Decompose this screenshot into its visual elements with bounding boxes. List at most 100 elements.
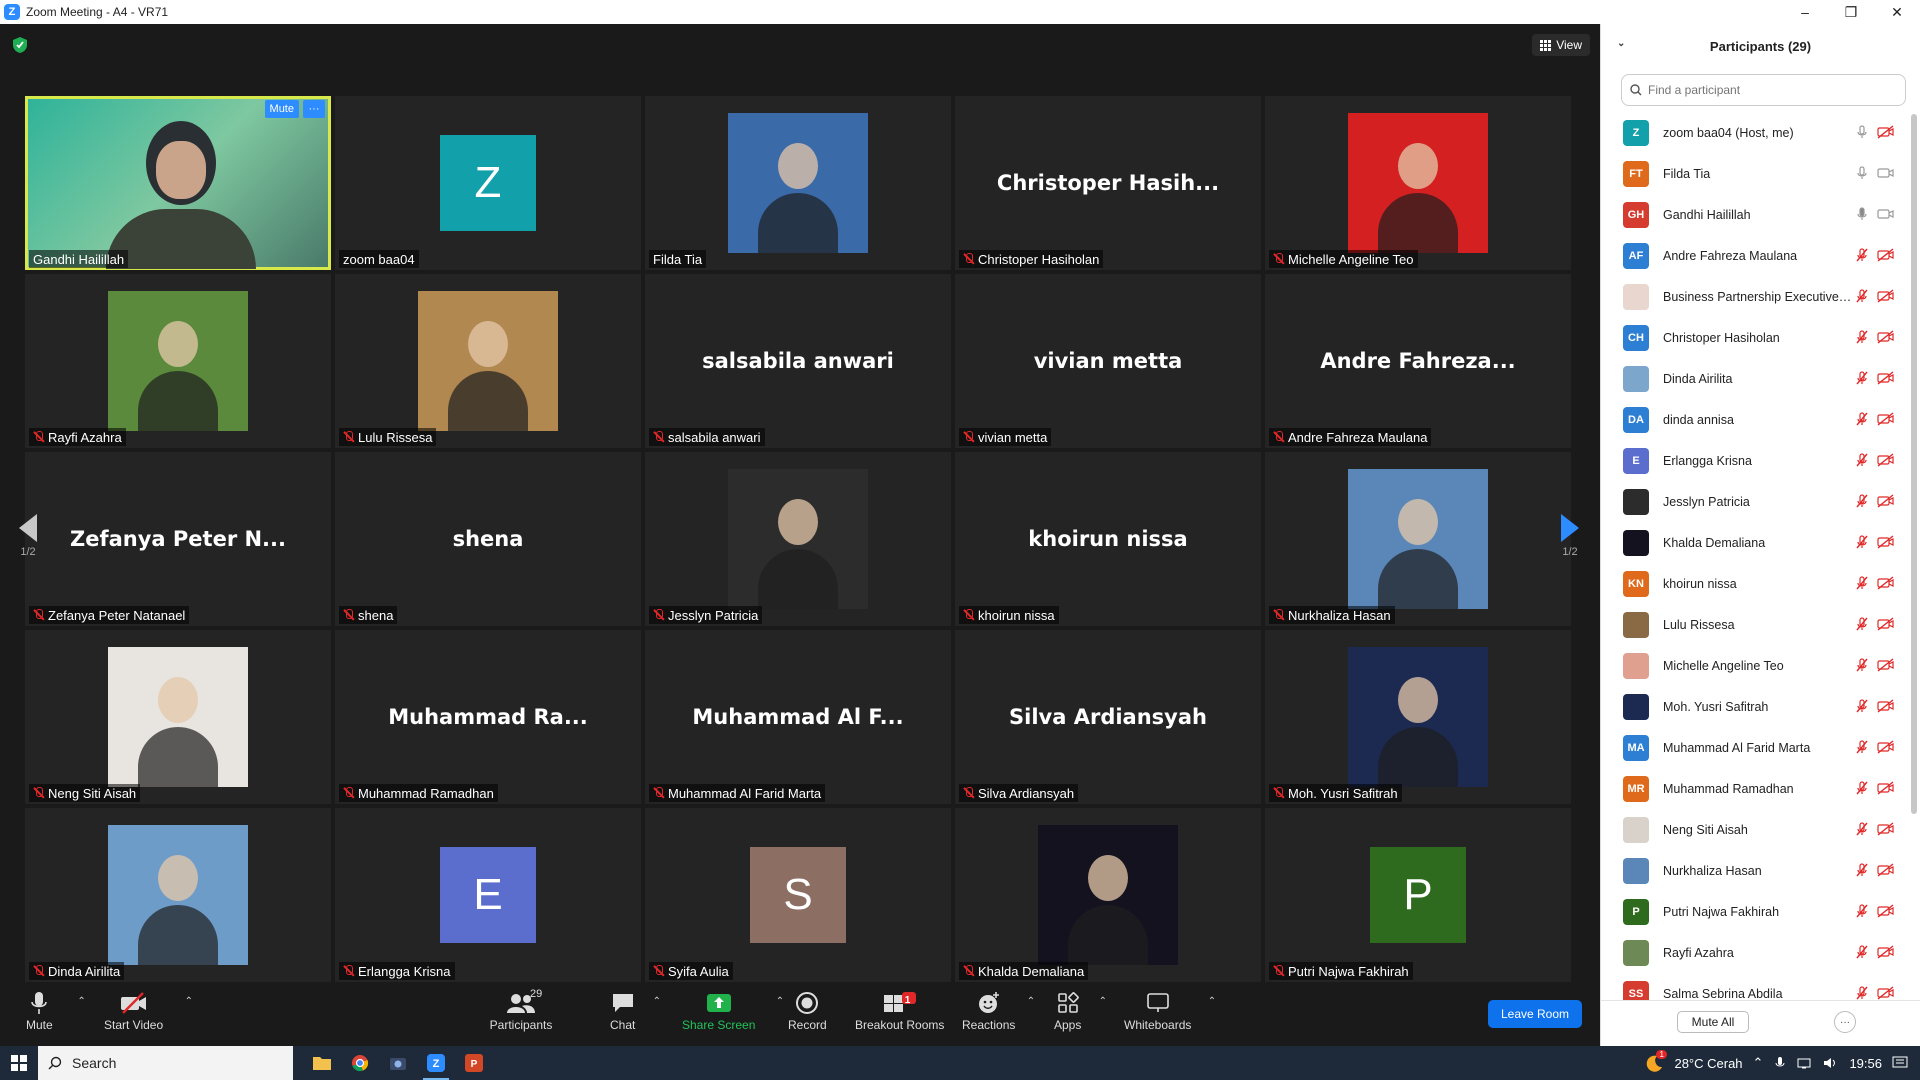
mic-muted-icon[interactable] xyxy=(1855,986,1869,1000)
participant-row[interactable]: AF Andre Fahreza Maulana xyxy=(1601,235,1920,276)
mic-muted-icon[interactable] xyxy=(1855,699,1869,713)
participants-button[interactable]: 29 Participants xyxy=(486,988,556,1042)
video-tile[interactable]: Rayfi Azahra xyxy=(25,274,331,448)
participant-row[interactable]: Business Partnership Executive_... xyxy=(1601,276,1920,317)
mic-muted-icon[interactable] xyxy=(1855,863,1869,877)
participants-scrollbar[interactable] xyxy=(1911,114,1917,814)
camera-off-icon[interactable] xyxy=(1877,699,1895,713)
network-icon[interactable] xyxy=(1797,1056,1813,1070)
next-page-arrow-icon[interactable] xyxy=(1561,514,1579,542)
next-page-nav[interactable]: 1/2 xyxy=(1550,514,1590,614)
minimize-button[interactable]: – xyxy=(1782,0,1828,24)
video-tile[interactable]: Zefanya Peter N... Zefanya Peter Natanael xyxy=(25,452,331,626)
mute-all-button[interactable]: Mute All xyxy=(1677,1011,1749,1033)
video-options-caret-icon[interactable]: ⌃ xyxy=(185,996,193,1007)
collapse-panel-chevron-icon[interactable]: ⌄ xyxy=(1617,38,1625,49)
whiteboards-button[interactable]: ⌃ Whiteboards xyxy=(1124,988,1216,1042)
camera-off-icon[interactable] xyxy=(1877,535,1895,549)
mic-muted-icon[interactable] xyxy=(1855,945,1869,959)
close-button[interactable]: ✕ xyxy=(1874,0,1920,24)
breakout-rooms-button[interactable]: 1 Breakout Rooms xyxy=(855,988,944,1042)
camera-off-icon[interactable] xyxy=(1877,740,1895,754)
view-button[interactable]: View xyxy=(1532,34,1590,56)
participant-row[interactable]: Zzoom baa04 (Host, me) xyxy=(1601,112,1920,153)
video-tile[interactable]: S Syifa Aulia xyxy=(645,808,951,982)
video-tile[interactable]: Nurkhaliza Hasan xyxy=(1265,452,1571,626)
video-tile[interactable]: Moh. Yusri Safitrah xyxy=(1265,630,1571,804)
volume-icon[interactable] xyxy=(1823,1056,1839,1070)
video-tile[interactable]: Silva Ardiansyah Silva Ardiansyah xyxy=(955,630,1261,804)
camera-off-icon[interactable] xyxy=(1877,453,1895,467)
participant-row[interactable]: E Erlangga Krisna xyxy=(1601,440,1920,481)
tray-overflow-chevron-icon[interactable]: ⌃ xyxy=(1753,1055,1764,1071)
participant-row[interactable]: Jesslyn Patricia xyxy=(1601,481,1920,522)
mic-muted-icon[interactable] xyxy=(1855,371,1869,385)
reactions-button[interactable]: ⌃ Reactions xyxy=(962,988,1035,1042)
maximize-button[interactable]: ❐ xyxy=(1828,0,1874,24)
camera-off-icon[interactable] xyxy=(1877,412,1895,426)
camera-off-icon[interactable] xyxy=(1877,822,1895,836)
mic-icon[interactable] xyxy=(1855,207,1869,221)
participant-row[interactable]: CH Christoper Hasiholan xyxy=(1601,317,1920,358)
mic-muted-icon[interactable] xyxy=(1855,740,1869,754)
mic-muted-icon[interactable] xyxy=(1855,453,1869,467)
video-tile[interactable]: Zzoom baa04 xyxy=(335,96,641,270)
participant-search-input[interactable] xyxy=(1648,83,1888,97)
reactions-options-caret-icon[interactable]: ⌃ xyxy=(1027,996,1035,1007)
taskbar-camera-app[interactable] xyxy=(379,1046,417,1080)
video-tile[interactable]: Mute ··· Gandhi Hailillah xyxy=(25,96,331,270)
mic-muted-icon[interactable] xyxy=(1855,330,1869,344)
participant-row[interactable]: Neng Siti Aisah xyxy=(1601,809,1920,850)
share-screen-button[interactable]: ⌃ Share Screen xyxy=(682,988,784,1042)
video-tile[interactable]: Christoper Hasih... Christoper Hasiholan xyxy=(955,96,1261,270)
camera-off-icon[interactable] xyxy=(1877,945,1895,959)
panel-more-options-button[interactable]: ··· xyxy=(1834,1011,1856,1033)
camera-off-icon[interactable] xyxy=(1877,617,1895,631)
participant-row[interactable]: SS Salma Sebrina Abdila xyxy=(1601,973,1920,1000)
mic-muted-icon[interactable] xyxy=(1855,904,1869,918)
prev-page-arrow-icon[interactable] xyxy=(19,514,37,542)
participant-row[interactable]: Khalda Demaliana xyxy=(1601,522,1920,563)
mic-muted-icon[interactable] xyxy=(1855,289,1869,303)
weather-widget[interactable]: 1 xyxy=(1644,1050,1667,1072)
camera-off-icon[interactable] xyxy=(1877,330,1895,344)
camera-off-icon[interactable] xyxy=(1877,125,1895,139)
chat-button[interactable]: ⌃ Chat xyxy=(610,988,661,1042)
mic-muted-icon[interactable] xyxy=(1855,535,1869,549)
camera-icon[interactable] xyxy=(1877,166,1895,180)
participant-row[interactable]: Nurkhaliza Hasan xyxy=(1601,850,1920,891)
share-options-caret-icon[interactable]: ⌃ xyxy=(776,996,784,1007)
video-tile[interactable]: E Erlangga Krisna xyxy=(335,808,641,982)
taskbar-powerpoint[interactable]: P xyxy=(455,1046,493,1080)
video-tile[interactable]: Muhammad Ra... Muhammad Ramadhan xyxy=(335,630,641,804)
video-tile[interactable]: Neng Siti Aisah xyxy=(25,630,331,804)
video-tile[interactable]: Dinda Airilita xyxy=(25,808,331,982)
camera-off-icon[interactable] xyxy=(1877,289,1895,303)
camera-off-icon[interactable] xyxy=(1877,781,1895,795)
participant-row[interactable]: Moh. Yusri Safitrah xyxy=(1601,686,1920,727)
notifications-icon[interactable] xyxy=(1892,1056,1908,1070)
apps-options-caret-icon[interactable]: ⌃ xyxy=(1099,996,1107,1007)
windows-start-button[interactable] xyxy=(0,1046,38,1080)
video-tile[interactable]: Michelle Angeline Teo xyxy=(1265,96,1571,270)
tile-mute-button[interactable]: Mute xyxy=(264,100,299,118)
camera-off-icon[interactable] xyxy=(1877,658,1895,672)
mute-button[interactable]: ⌃ Mute xyxy=(26,988,86,1042)
camera-off-icon[interactable] xyxy=(1877,576,1895,590)
participant-row[interactable]: DA dinda annisa xyxy=(1601,399,1920,440)
participant-row[interactable]: Lulu Rissesa xyxy=(1601,604,1920,645)
video-tile[interactable]: Filda Tia xyxy=(645,96,951,270)
camera-off-icon[interactable] xyxy=(1877,986,1895,1000)
mute-options-caret-icon[interactable]: ⌃ xyxy=(77,996,85,1007)
participant-row[interactable]: GH Gandhi Hailillah xyxy=(1601,194,1920,235)
video-tile[interactable]: Lulu Rissesa xyxy=(335,274,641,448)
whiteboards-options-caret-icon[interactable]: ⌃ xyxy=(1208,996,1216,1007)
video-tile[interactable]: P Putri Najwa Fakhirah xyxy=(1265,808,1571,982)
prev-page-nav[interactable]: 1/2 xyxy=(8,514,48,614)
taskbar-chrome[interactable] xyxy=(341,1046,379,1080)
mic-muted-icon[interactable] xyxy=(1855,576,1869,590)
participant-row[interactable]: Rayfi Azahra xyxy=(1601,932,1920,973)
taskbar-search-box[interactable]: Search xyxy=(38,1046,293,1080)
tile-more-options-button[interactable]: ··· xyxy=(303,100,325,118)
camera-off-icon[interactable] xyxy=(1877,494,1895,508)
